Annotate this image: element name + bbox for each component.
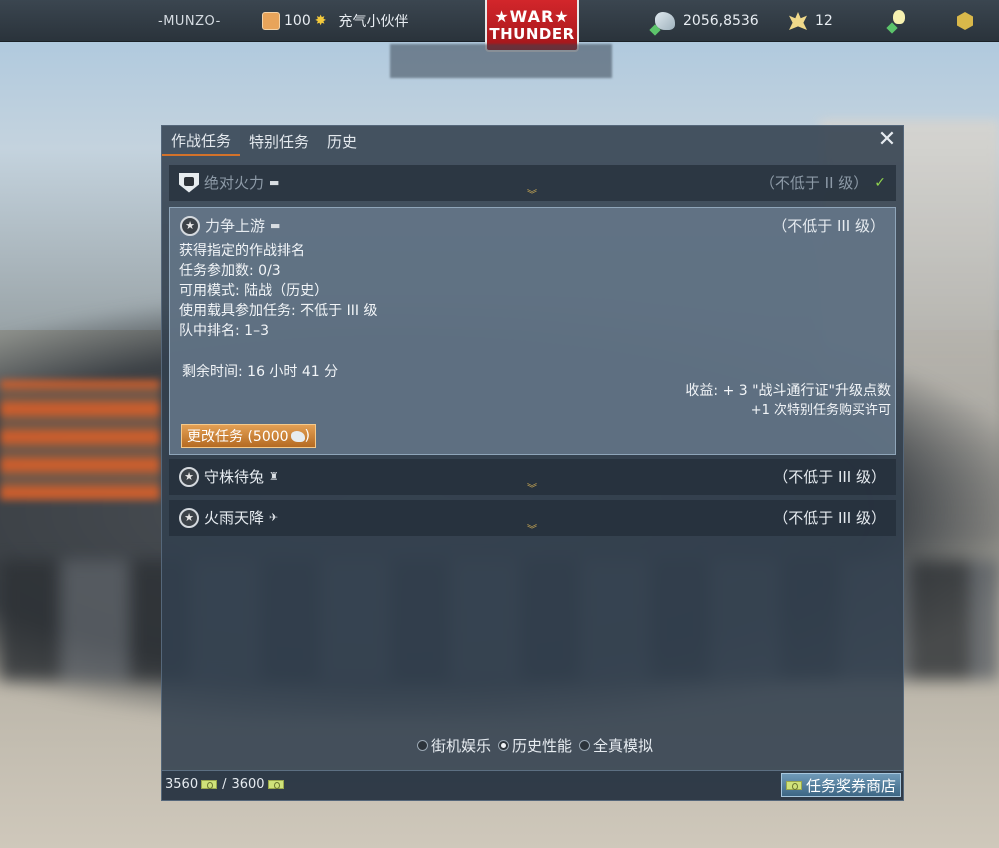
task-item[interactable]: ★ 守株待兔 ♜ （不低于 III 级） ︾ (169, 459, 896, 495)
reward-line: +1 次特别任务购买许可 (750, 403, 891, 418)
change-task-label: 更改任务 (5000 (187, 429, 289, 445)
shop-label: 任务奖券商店 (805, 776, 896, 795)
voucher-max: 3600 (231, 777, 265, 792)
tab-battle-tasks[interactable]: 作战任务 (162, 126, 241, 156)
lightbulb-icon (888, 10, 906, 32)
mode-label: 全真模拟 (593, 737, 654, 755)
silver-lions-balance[interactable]: 2056,8536 (655, 0, 759, 42)
star-badge-icon: ★ (179, 466, 199, 487)
player-level[interactable]: 100 ✸ 充气小伙伴 (262, 0, 408, 42)
missions-window: 作战任务 特别任务 历史 ✕ 绝对火力 ▬ （不低于 II 级） ✓ ︾ ★ 力… (161, 125, 904, 801)
voucher-shop-button[interactable]: 任务奖券商店 (780, 773, 901, 797)
mode-arcade[interactable]: 街机娱乐 (417, 735, 491, 756)
requirement-text: （不低于 III 级） (773, 509, 886, 527)
star-badge-icon: ★ (179, 507, 199, 528)
reward-line: 收益: + 3 "战斗通行证"升级点数 (685, 383, 891, 399)
task-header: ★ 守株待兔 ♜ (179, 466, 279, 487)
task-item[interactable]: 绝对火力 ▬ （不低于 II 级） ✓ ︾ (169, 165, 896, 201)
description-line: 获得指定的作战排名 (179, 243, 305, 259)
radio-button[interactable] (579, 740, 591, 751)
requirement-text: （不低于 III 级） (773, 468, 886, 486)
mode-label: 街机娱乐 (431, 737, 492, 755)
task-name: 守株待兔 (204, 468, 265, 486)
task-item-expanded[interactable]: ★ 力争上游 ▬ （不低于 III 级） 获得指定的作战排名 任务参加数: 0/… (169, 207, 896, 455)
chevron-down-icon[interactable]: ︾ (524, 485, 540, 495)
premium-bulb-button[interactable] (888, 0, 906, 42)
silver-lion-icon (290, 430, 305, 442)
star-icon: ✸ (314, 13, 327, 29)
window-footer: 3560 / 3600 任务奖券商店 (162, 770, 903, 800)
blurred-subtabs (390, 44, 612, 78)
task-name: 力争上游 (205, 217, 266, 235)
player-title: 充气小伙伴 (338, 14, 409, 30)
spg-icon: ♜ (269, 470, 279, 483)
premium-badge-button[interactable] (957, 0, 973, 42)
description-line: 可用模式: 陆战（历史） (179, 283, 329, 299)
task-header: ★ 火雨天降 ✈ (179, 507, 278, 528)
task-reward: 收益: + 3 "战斗通行证"升级点数 +1 次特别任务购买许可 (685, 381, 891, 421)
avatar-icon (262, 12, 280, 30)
task-header: 绝对火力 ▬ (179, 172, 279, 193)
golden-eagles-balance[interactable]: 12 (789, 0, 833, 42)
requirement-text: （不低于 II 级） (759, 174, 869, 192)
silver-lions-amount: 2056,8536 (683, 13, 759, 29)
radio-button-selected[interactable] (498, 740, 510, 751)
requirement-text: （不低于 III 级） (772, 217, 885, 235)
top-bar: -MUNZO- 100 ✸ 充气小伙伴 ★WAR★ THUNDER 2056,8… (0, 0, 999, 52)
chevron-down-icon[interactable]: ︾ (524, 191, 540, 201)
task-name: 绝对火力 (204, 174, 265, 192)
username[interactable]: -MUNZO- (158, 0, 221, 42)
mode-label: 历史性能 (512, 737, 573, 755)
logo-text-war: ★WAR★ (494, 6, 570, 26)
ticket-icon (201, 780, 218, 789)
task-requirement: （不低于 II 级） ✓ (760, 172, 886, 193)
checkmark-icon: ✓ (874, 174, 886, 191)
task-name: 火雨天降 (204, 509, 265, 527)
shield-icon (179, 172, 199, 193)
description-line: 任务参加数: 0/3 (179, 263, 281, 279)
silver-lion-icon (655, 12, 675, 30)
golden-eagles-amount: 12 (815, 13, 833, 29)
voucher-current: 3560 (165, 777, 199, 792)
task-item[interactable]: ★ 火雨天降 ✈ （不低于 III 级） ︾ (169, 500, 896, 536)
description-line: 队中排名: 1–3 (179, 323, 269, 339)
description-line: 使用载具参加任务: 不低于 III 级 (179, 303, 378, 319)
task-description: 获得指定的作战排名 任务参加数: 0/3 可用模式: 陆战（历史） 使用载具参加… (179, 241, 377, 341)
background-stripes (0, 380, 160, 500)
level-number: 100 (284, 13, 311, 29)
ticket-icon (785, 780, 802, 790)
change-task-button[interactable]: 更改任务 (5000 ) (181, 424, 317, 448)
task-requirement: （不低于 III 级） (773, 507, 886, 528)
time-remaining: 剩余时间: 16 小时 41 分 (182, 364, 339, 380)
voucher-separator: / (222, 777, 227, 792)
change-task-paren: ) (304, 428, 311, 444)
tank-icon: ▬ (270, 219, 281, 232)
mode-realistic[interactable]: 历史性能 (498, 735, 572, 756)
task-header: ★ 力争上游 ▬ (180, 215, 280, 236)
mode-simulator[interactable]: 全真模拟 (579, 735, 653, 756)
radio-button[interactable] (417, 740, 428, 751)
golden-eagle-icon (789, 12, 807, 30)
task-requirement: （不低于 III 级） (773, 466, 886, 487)
plane-icon: ✈ (269, 511, 279, 524)
voucher-counter: 3560 / 3600 (165, 777, 284, 792)
logo-text-thunder: THUNDER (489, 24, 575, 43)
shield-badge-icon (957, 12, 973, 30)
task-requirement: （不低于 III 级） (772, 215, 885, 236)
ticket-icon (267, 780, 284, 789)
star-badge-icon: ★ (180, 215, 200, 236)
game-mode-selector: 街机娱乐 历史性能 全真模拟 (417, 735, 653, 756)
mission-tabs: 作战任务 特别任务 历史 (162, 126, 366, 156)
tab-history[interactable]: 历史 (318, 126, 366, 156)
chevron-down-icon[interactable]: ︾ (524, 526, 540, 536)
close-icon[interactable]: ✕ (877, 129, 897, 151)
tab-special-tasks[interactable]: 特别任务 (240, 126, 318, 156)
tank-icon: ▬ (269, 176, 280, 189)
